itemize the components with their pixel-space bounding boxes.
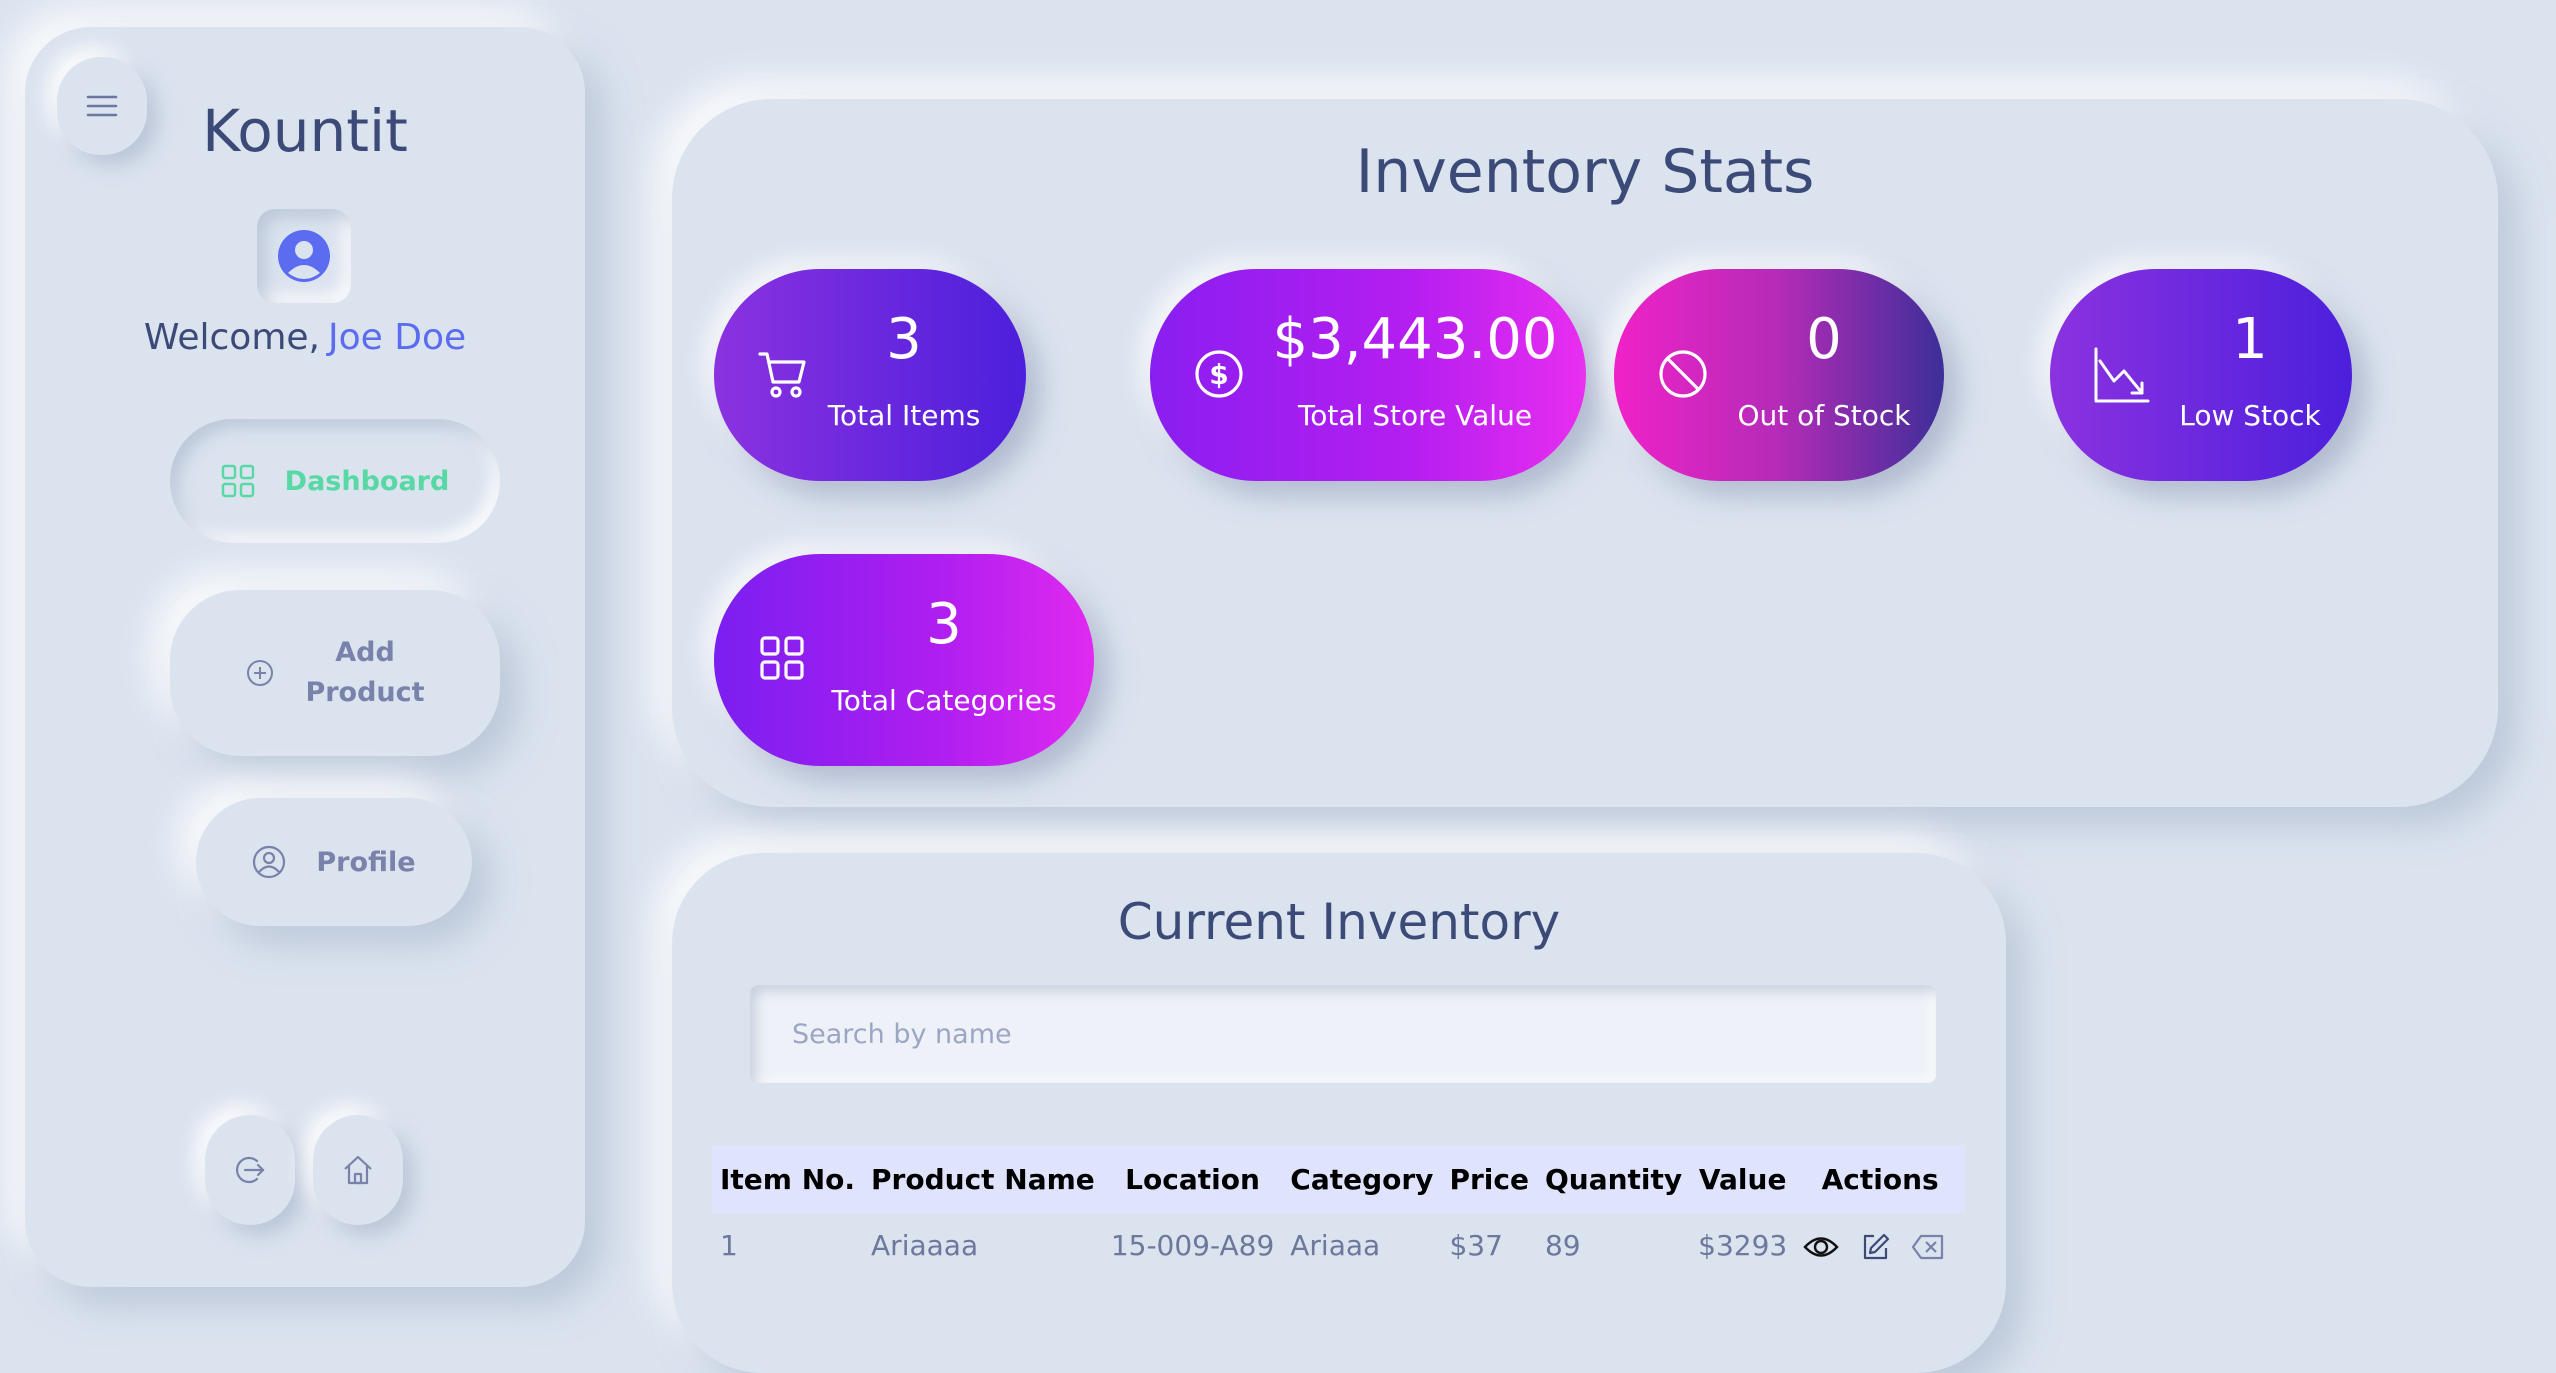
nav-profile[interactable]: Profile <box>196 798 472 926</box>
stat-card-low-stock: 1 Low Stock <box>2050 269 2352 481</box>
total-items-label: Total Items <box>827 399 981 432</box>
nav-dashboard[interactable]: Dashboard <box>170 419 500 543</box>
inventory-stats-panel: Inventory Stats 3 Total Items $ $3,443.0… <box>672 99 2498 807</box>
table-header-row: Item No. Product Name Location Category … <box>712 1145 1966 1213</box>
header-location[interactable]: Location <box>1103 1145 1282 1213</box>
avatar[interactable] <box>257 209 351 303</box>
current-inventory-panel: Current Inventory Item No. Product Name … <box>672 853 2006 1373</box>
cell-value: $3293 <box>1698 1228 1788 1262</box>
total-categories-label: Total Categories <box>831 684 1057 717</box>
grid-icon <box>756 632 810 686</box>
nav-dashboard-label: Dashboard <box>284 465 450 497</box>
header-actions: Actions <box>1821 1162 1939 1196</box>
stat-card-total-categories: 3 Total Categories <box>714 554 1094 766</box>
cell-location: 15-009-A89 <box>1110 1228 1275 1262</box>
header-quantity[interactable]: Quantity <box>1537 1145 1690 1213</box>
user-avatar-icon <box>277 229 331 283</box>
header-item-no[interactable]: Item No. <box>712 1145 863 1213</box>
cell-category: Ariaaa <box>1290 1228 1381 1262</box>
total-store-value-label: Total Store Value <box>1297 399 1533 432</box>
low-stock-value: 1 <box>2232 307 2268 372</box>
user-circle-icon <box>252 845 286 879</box>
delete-icon[interactable] <box>1911 1233 1945 1261</box>
header-category[interactable]: Category <box>1282 1145 1441 1213</box>
eye-icon[interactable] <box>1803 1232 1839 1262</box>
cart-icon <box>756 347 810 401</box>
cell-item-no: 1 <box>720 1228 738 1262</box>
trend-down-icon <box>2092 347 2150 405</box>
block-icon <box>1656 347 1710 401</box>
search-input[interactable] <box>750 985 1936 1083</box>
cell-actions <box>1795 1213 1965 1277</box>
header-value[interactable]: Value <box>1690 1145 1795 1213</box>
svg-text:$: $ <box>1209 358 1228 391</box>
header-product-name[interactable]: Product Name <box>863 1145 1103 1213</box>
welcome-prefix: Welcome, <box>143 317 320 358</box>
logout-button[interactable] <box>205 1115 295 1225</box>
out-of-stock-value: 0 <box>1806 307 1842 372</box>
inventory-title: Current Inventory <box>1117 893 1561 951</box>
stats-title: Inventory Stats <box>1355 137 1815 207</box>
nav-add-line2: Product <box>305 677 425 708</box>
header-price[interactable]: Price <box>1441 1145 1537 1213</box>
cell-price: $37 <box>1449 1228 1503 1262</box>
user-name: Joe Doe <box>327 317 467 358</box>
nav-add-line1: Add <box>335 637 395 668</box>
table-row: 1 Ariaaaa 15-009-A89 Ariaaa $37 89 $3293 <box>712 1213 1965 1277</box>
total-categories-value: 3 <box>926 592 962 657</box>
edit-icon[interactable] <box>1860 1232 1890 1262</box>
total-items-value: 3 <box>886 307 922 372</box>
total-store-value-value: $3,443.00 <box>1272 307 1558 372</box>
stat-card-total-store-value: $ $3,443.00 Total Store Value <box>1150 269 1586 481</box>
brand-title: Kountit <box>202 97 408 165</box>
logout-icon <box>233 1153 267 1187</box>
dollar-icon: $ <box>1192 347 1246 401</box>
home-icon <box>341 1153 375 1187</box>
cell-product-name: Ariaaaa <box>871 1228 979 1262</box>
nav-add-product-label: Add Product <box>305 633 424 713</box>
low-stock-label: Low Stock <box>2179 399 2321 432</box>
nav-profile-label: Profile <box>316 846 416 878</box>
plus-circle-icon <box>245 658 275 688</box>
welcome-text: Welcome, Joe Doe <box>25 317 585 358</box>
out-of-stock-label: Out of Stock <box>1737 399 1911 432</box>
dashboard-icon <box>221 464 255 498</box>
stat-card-out-of-stock: 0 Out of Stock <box>1614 269 1944 481</box>
inventory-table: Item No. Product Name Location Category … <box>712 1145 1966 1277</box>
sidebar: Kountit Welcome, Joe Doe Dashboard Add Pr… <box>25 27 585 1287</box>
cell-quantity: 89 <box>1544 1228 1581 1262</box>
stat-card-total-items: 3 Total Items <box>714 269 1026 481</box>
home-button[interactable] <box>313 1115 403 1225</box>
nav-add-product[interactable]: Add Product <box>170 590 500 756</box>
